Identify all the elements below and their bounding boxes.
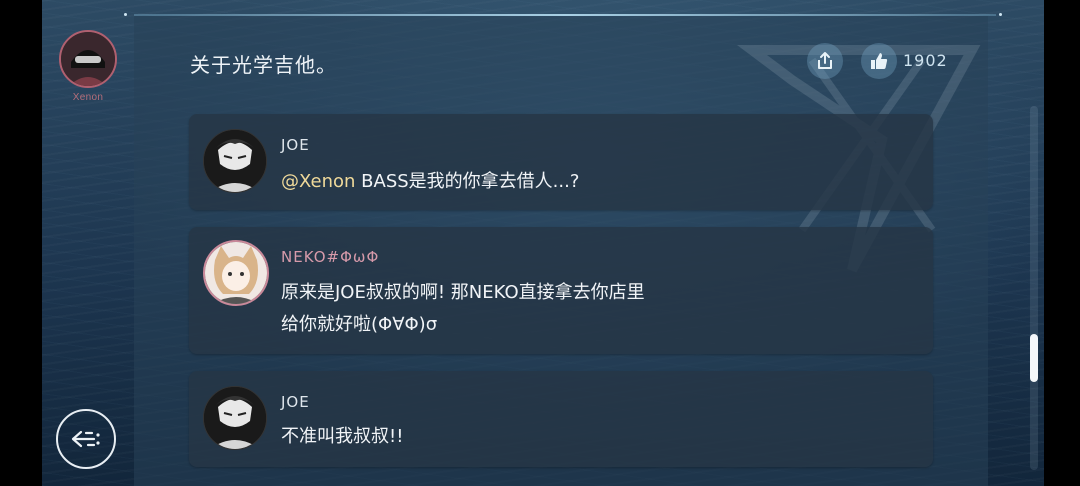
comment-text: 不准叫我叔叔!!	[281, 426, 404, 447]
comment-card: NEKO#ΦωΦ 原来是JOE叔叔的啊! 那NEKO直接拿去你店里 给你就好啦(…	[189, 227, 933, 354]
back-button[interactable]	[56, 409, 116, 469]
scrollbar-thumb[interactable]	[1030, 334, 1038, 382]
divider-dot	[999, 13, 1002, 16]
post-title: 关于光学吉他。	[190, 53, 337, 77]
comment-avatar[interactable]	[203, 386, 267, 450]
mention-link[interactable]: @Xenon	[281, 171, 355, 192]
comment-author: JOE	[281, 393, 310, 411]
comment-text-line: 原来是JOE叔叔的啊! 那NEKO直接拿去你店里	[281, 282, 645, 303]
scrollbar-track[interactable]	[1030, 106, 1038, 470]
comment-text: @Xenon BASS是我的你拿去借人...?	[281, 168, 579, 196]
comment-author: NEKO#ΦωΦ	[281, 248, 380, 266]
thumbs-up-icon	[871, 53, 888, 69]
author-avatar-image	[59, 30, 117, 88]
like-button[interactable]	[861, 43, 897, 79]
share-icon	[818, 52, 832, 69]
back-arrow-icon	[71, 430, 100, 448]
share-button[interactable]	[807, 43, 843, 79]
comment-avatar[interactable]	[203, 129, 267, 193]
comment-card: JOE 不准叫我叔叔!!	[189, 371, 933, 467]
comment-text-line: 给你就好啦(Φ∀Φ)σ	[281, 314, 438, 335]
comment-avatar[interactable]	[203, 240, 269, 306]
forum-screen: Xenon 关于光学吉他。 1902 JOE @Xenon BASS是我的你拿去…	[42, 0, 1044, 486]
comment-body: BASS是我的你拿去借人...?	[355, 171, 580, 192]
comment-author: JOE	[281, 136, 310, 154]
comment-card: JOE @Xenon BASS是我的你拿去借人...?	[189, 114, 933, 210]
divider-dot	[124, 13, 127, 16]
author-name: Xenon	[72, 92, 104, 103]
like-count: 1902	[903, 51, 948, 70]
author-avatar[interactable]: Xenon	[57, 30, 119, 103]
